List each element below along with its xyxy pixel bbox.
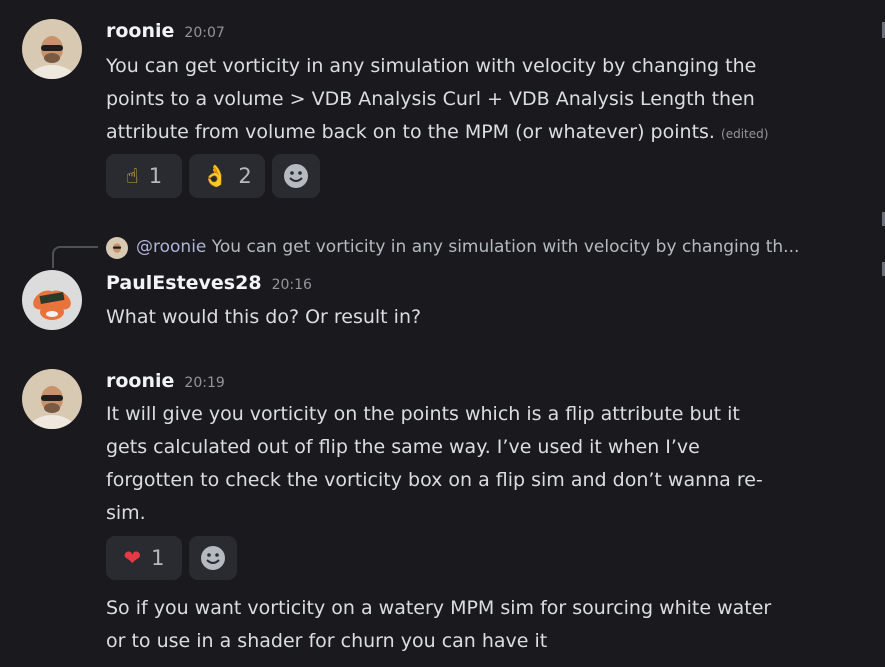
message-body: It will give you vorticity on the points…: [106, 398, 866, 530]
message-line: points to a volume > VDB Analysis Curl +…: [106, 88, 755, 110]
reaction-count: 1: [151, 546, 165, 570]
reply-avatar[interactable]: [106, 237, 128, 259]
message-line: So if you want vorticity on a watery MPM…: [106, 597, 772, 619]
ok-hand-emoji-icon: 👌: [202, 163, 229, 188]
reaction-count: 2: [238, 164, 252, 188]
reply-preview[interactable]: @roonie You can get vorticity in any sim…: [136, 237, 799, 257]
message-body-followup: So if you want vorticity on a watery MPM…: [106, 592, 866, 658]
message-line: sim.: [106, 502, 146, 524]
message-line: attribute from volume back on to the MPM…: [106, 121, 715, 143]
message-line: forgotten to check the vorticity box on …: [106, 469, 763, 491]
message-header: PaulEsteves28 20:16: [106, 272, 312, 294]
message-header: roonie 20:19: [106, 370, 225, 392]
reaction-ok-hand[interactable]: 👌 2: [189, 154, 265, 198]
smiley-icon: [284, 164, 308, 188]
avatar-pauleseves28[interactable]: [22, 270, 82, 330]
smiley-icon: [201, 546, 225, 570]
heart-emoji-icon: ❤: [123, 546, 142, 570]
avatar-roonie[interactable]: [22, 19, 82, 79]
timestamp[interactable]: 20:07: [184, 25, 224, 41]
reaction-point-up[interactable]: ☝ 1: [106, 154, 182, 198]
reply-mention[interactable]: @roonie: [136, 237, 206, 257]
avatar-roonie[interactable]: [22, 369, 82, 429]
author-name[interactable]: roonie: [106, 370, 174, 392]
reaction-heart[interactable]: ❤ 1: [106, 536, 182, 580]
message-line-with-edited: attribute from volume back on to the MPM…: [106, 116, 866, 151]
timestamp[interactable]: 20:16: [272, 277, 312, 293]
message-body: You can get vorticity in any simulation …: [106, 50, 866, 151]
timestamp[interactable]: 20:19: [184, 375, 224, 391]
reply-connector: [52, 246, 98, 268]
message-line: What would this do? Or result in?: [106, 306, 422, 328]
message-header: roonie 20:07: [106, 20, 225, 42]
message-body: What would this do? Or result in?: [106, 301, 866, 334]
reply-snippet[interactable]: You can get vorticity in any simulation …: [212, 237, 800, 257]
author-name[interactable]: roonie: [106, 20, 174, 42]
add-reaction-button[interactable]: [189, 536, 237, 580]
message-line: You can get vorticity in any simulation …: [106, 55, 757, 77]
point-up-emoji-icon: ☝: [125, 164, 139, 188]
add-reaction-button[interactable]: [272, 154, 320, 198]
author-name[interactable]: PaulEsteves28: [106, 272, 262, 294]
message-line: or to use in a shader for churn you can …: [106, 630, 548, 652]
message-line: gets calculated out of flip the same way…: [106, 436, 700, 458]
reaction-count: 1: [148, 164, 163, 188]
message-line: It will give you vorticity on the points…: [106, 403, 740, 425]
edited-label: (edited): [721, 127, 769, 141]
